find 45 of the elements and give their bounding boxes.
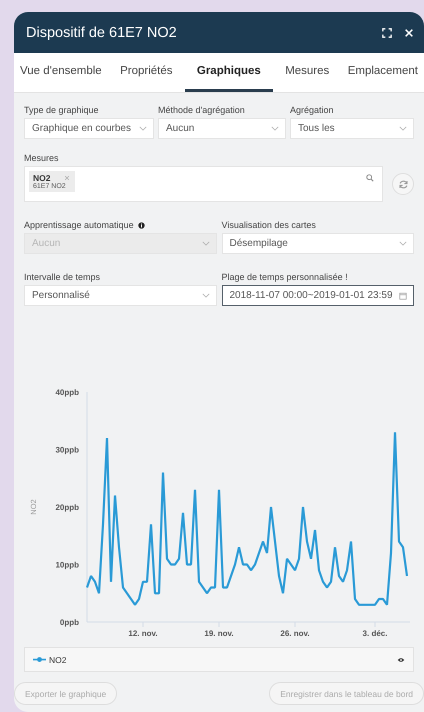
select-field[interactable]: Personnalisé — [24, 285, 216, 306]
x-tick-label: 19. nov. — [204, 629, 234, 638]
chevron-down-icon — [399, 241, 407, 246]
chevron-down-icon — [202, 241, 210, 246]
field-label: Plage de temps personnalisée ! — [222, 272, 348, 282]
field-label: Intervalle de temps — [24, 272, 100, 282]
refresh-icon[interactable] — [398, 178, 408, 190]
field-label: Visualisation des cartes — [222, 220, 316, 230]
close-icon[interactable] — [404, 28, 414, 38]
chevron-down-icon — [139, 126, 147, 131]
tab[interactable]: Graphiques — [184, 53, 273, 92]
search-icon[interactable] — [366, 174, 374, 182]
y-tick-label: 0ppb — [60, 618, 79, 627]
eye-icon[interactable] — [397, 656, 405, 662]
date-range-field[interactable]: 2018-11-07 00:00~2019-01-01 23:59 — [222, 285, 414, 306]
field-label: Apprentissage automatique — [24, 220, 134, 230]
calendar-icon[interactable] — [399, 292, 407, 300]
select-field[interactable]: Graphique en courbes — [24, 118, 154, 139]
maximize-icon[interactable] — [382, 28, 392, 38]
y-tick-label: 10ppb — [55, 560, 79, 570]
chevron-down-icon — [271, 126, 279, 131]
select-field[interactable]: Aucun — [158, 118, 286, 139]
remove-icon[interactable] — [64, 175, 70, 181]
window-title: Dispositif de 61E7 NO2 — [26, 24, 177, 40]
field-label: Mesures — [24, 153, 60, 163]
y-tick-label: 20ppb — [55, 503, 79, 512]
chevron-down-icon — [399, 126, 407, 131]
y-tick-label: 30ppb — [55, 446, 79, 454]
select-field[interactable]: Désempilage — [222, 233, 414, 254]
x-tick-label: 26. nov. — [280, 629, 310, 638]
tab[interactable]: Vue d'ensemble — [14, 53, 108, 92]
select-field[interactable]: Tous les — [290, 118, 414, 139]
tab[interactable]: Propriétés — [114, 53, 178, 92]
y-tick-label: 40ppb — [55, 388, 79, 397]
tag-name: NO2 — [33, 173, 50, 183]
field-label: Méthode d'agrégation — [158, 105, 245, 115]
x-tick-label: 12. nov. — [128, 629, 158, 638]
refresh-button[interactable] — [392, 173, 414, 195]
tab[interactable]: Emplacement — [342, 53, 424, 92]
x-tick-label: 3. déc. — [362, 629, 388, 638]
legend-label[interactable]: NO2 — [49, 654, 66, 664]
field-label: Type de graphique — [24, 105, 99, 115]
field-label: Agrégation — [290, 105, 334, 115]
chevron-down-icon — [202, 293, 210, 298]
tab[interactable]: Mesures — [279, 53, 336, 92]
